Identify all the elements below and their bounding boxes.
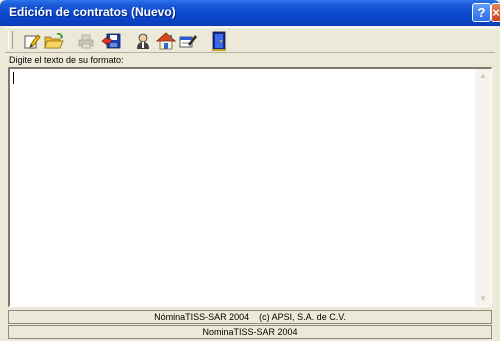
toolbar-grip[interactable] xyxy=(8,31,13,49)
open-button[interactable] xyxy=(43,30,65,51)
exit-button[interactable] xyxy=(208,30,230,51)
open-folder-icon xyxy=(44,32,64,50)
close-button[interactable]: × xyxy=(491,3,500,22)
help-button[interactable]: ? xyxy=(472,3,491,22)
form-edit-button[interactable] xyxy=(177,30,199,51)
text-caret xyxy=(13,72,14,84)
home-icon xyxy=(156,31,176,50)
exit-door-icon xyxy=(210,31,228,51)
edit-button[interactable] xyxy=(21,30,43,51)
contract-editor-window: Edición de contratos (Nuevo) ? × Digite … xyxy=(0,0,500,341)
title-bar[interactable]: Edición de contratos (Nuevo) ? xyxy=(0,0,500,26)
scroll-up-arrow-icon[interactable]: ▲ xyxy=(479,72,487,80)
window-title: Edición de contratos (Nuevo) xyxy=(9,5,176,19)
editor-label: Digite el texto de su formato: xyxy=(9,55,124,65)
save-icon xyxy=(101,32,121,50)
print-icon xyxy=(77,32,95,50)
status-bar-copyright: NóminaTISS-SAR 2004 (c) APSI, S.A. de C.… xyxy=(8,310,492,324)
form-edit-icon xyxy=(178,32,198,50)
vertical-scrollbar[interactable]: ▲ ▼ xyxy=(475,69,491,306)
user-icon xyxy=(134,32,152,50)
save-button[interactable] xyxy=(100,30,122,51)
toolbar xyxy=(5,27,495,53)
home-button[interactable] xyxy=(155,30,177,51)
format-text-content[interactable] xyxy=(12,71,475,303)
format-text-area[interactable]: ▲ ▼ xyxy=(8,67,492,307)
user-button[interactable] xyxy=(132,30,154,51)
scroll-down-arrow-icon[interactable]: ▼ xyxy=(479,295,487,303)
status-bar-app-name: NominaTISS-SAR 2004 xyxy=(8,325,492,339)
print-button[interactable] xyxy=(75,30,97,51)
edit-icon xyxy=(23,32,41,50)
